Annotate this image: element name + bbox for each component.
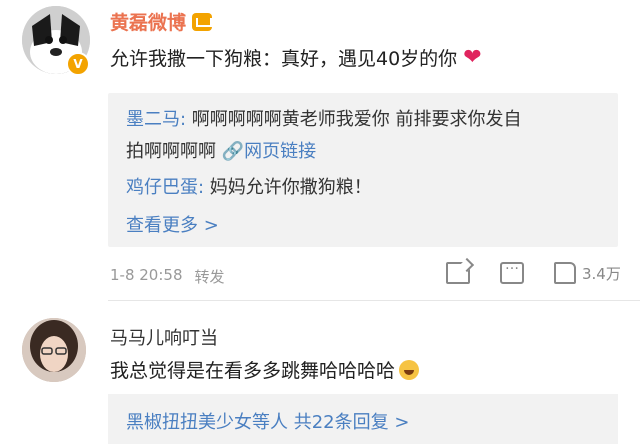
quoted-comments[interactable]: 墨二马: 啊啊啊啊啊黄老师我爱你 前排要求你发自 拍啊啊啊啊 🔗网页链接 鸡仔巴… — [108, 93, 618, 247]
post-meta: 1-8 20:58 转发 — [110, 266, 225, 287]
post-text-content: 允许我撒一下狗粮：真好，遇见40岁的你 — [110, 48, 458, 70]
quoted-user-link[interactable]: 鸡仔巴蛋: — [126, 177, 204, 198]
quoted-comment-1-cont: 拍啊啊啊啊 🔗网页链接 — [126, 137, 316, 163]
comment-icon[interactable] — [500, 257, 524, 284]
quoted-text-cont: 拍啊啊啊啊 — [126, 141, 222, 162]
vip-crown-icon — [192, 12, 213, 31]
reply-summary-link[interactable]: 黑椒扭扭美少女等人 共22条回复 > — [126, 408, 409, 434]
post-time: 1-8 20:58 — [110, 266, 183, 284]
action-bar: 3.4万 — [446, 257, 621, 284]
quoted-user-link[interactable]: 墨二马: — [126, 109, 186, 130]
like-button[interactable]: 3.4万 — [554, 262, 621, 284]
commenter-name[interactable]: 马马儿响叮当 — [110, 324, 218, 350]
comment-text: 我总觉得是在看多多跳舞哈哈哈哈 — [110, 356, 420, 383]
quoted-text: 啊啊啊啊啊黄老师我爱你 前排要求你发自 — [186, 109, 522, 130]
quoted-comment-2: 鸡仔巴蛋: 妈妈允许你撒狗粮！ — [126, 173, 372, 199]
laughing-emoji-icon — [399, 359, 420, 380]
post-text: 允许我撒一下狗粮：真好，遇见40岁的你 ❤ — [110, 44, 482, 71]
share-icon[interactable] — [446, 262, 470, 284]
commenter-avatar[interactable] — [22, 318, 86, 382]
verified-badge-icon: V — [66, 52, 90, 76]
portrait-photo-icon — [22, 318, 86, 382]
reply-summary-box[interactable]: 黑椒扭扭美少女等人 共22条回复 > — [108, 394, 618, 444]
thumbs-up-icon — [554, 262, 576, 284]
comment-text-content: 我总觉得是在看多多跳舞哈哈哈哈 — [110, 360, 396, 382]
link-icon: 🔗 — [221, 141, 245, 162]
web-link[interactable]: 网页链接 — [244, 141, 316, 162]
heart-icon: ❤ — [463, 44, 482, 70]
author-name-text: 黄磊微博 — [110, 12, 187, 34]
forward-link[interactable]: 转发 — [195, 266, 225, 287]
quoted-text: 妈妈允许你撒狗粮！ — [204, 177, 372, 198]
view-more-link[interactable]: 查看更多 > — [126, 211, 219, 237]
quoted-comment-1: 墨二马: 啊啊啊啊啊黄老师我爱你 前排要求你发自 — [126, 105, 522, 131]
author-name[interactable]: 黄磊微博 — [110, 8, 213, 35]
like-count: 3.4万 — [582, 264, 621, 283]
divider — [108, 300, 640, 301]
